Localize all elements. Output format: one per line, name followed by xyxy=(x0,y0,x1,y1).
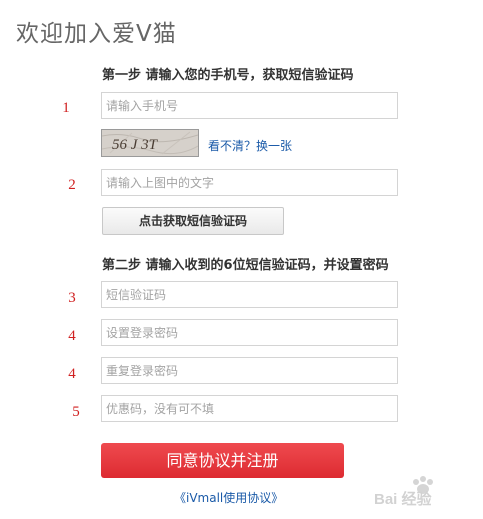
repeat-password-input[interactable] xyxy=(102,358,397,383)
password-field[interactable] xyxy=(101,319,398,346)
captcha-field[interactable] xyxy=(101,169,398,196)
phone-field[interactable] xyxy=(101,92,398,119)
step-number-phone: 1 xyxy=(62,100,70,116)
step-number-repeat-password: 4 xyxy=(68,366,76,382)
watermark-logo: Bai 经验 xyxy=(372,470,476,510)
repeat-password-field[interactable] xyxy=(101,357,398,384)
usage-agreement-link[interactable]: 《iVmall使用协议》 xyxy=(174,489,283,506)
agree-and-register-button[interactable]: 同意协议并注册 xyxy=(101,443,344,478)
watermark-text: Bai 经验 xyxy=(374,490,433,508)
coupon-field[interactable] xyxy=(101,395,398,422)
get-sms-code-button[interactable]: 点击获取短信验证码 xyxy=(102,207,284,235)
phone-input[interactable] xyxy=(102,93,397,118)
captcha-refresh-link[interactable]: 看不清？换一张 xyxy=(208,137,292,154)
captcha-input[interactable] xyxy=(102,170,397,195)
step-number-password: 4 xyxy=(68,328,76,344)
sms-code-input[interactable] xyxy=(102,282,397,307)
step2-heading: 第二步 请输入收到的6位短信验证码，并设置密码 xyxy=(102,258,389,273)
step-number-sms: 3 xyxy=(68,290,76,306)
step-number-coupon: 5 xyxy=(72,404,80,420)
coupon-input[interactable] xyxy=(102,396,397,421)
captcha-image: 56 J 3T xyxy=(101,129,199,157)
password-input[interactable] xyxy=(102,320,397,345)
step-number-captcha: 2 xyxy=(68,177,76,193)
captcha-text: 56 J 3T xyxy=(112,137,159,153)
step1-heading: 第一步 请输入您的手机号，获取短信验证码 xyxy=(102,68,354,83)
sms-code-field[interactable] xyxy=(101,281,398,308)
page-title: 欢迎加入爱V猫 xyxy=(16,21,177,47)
